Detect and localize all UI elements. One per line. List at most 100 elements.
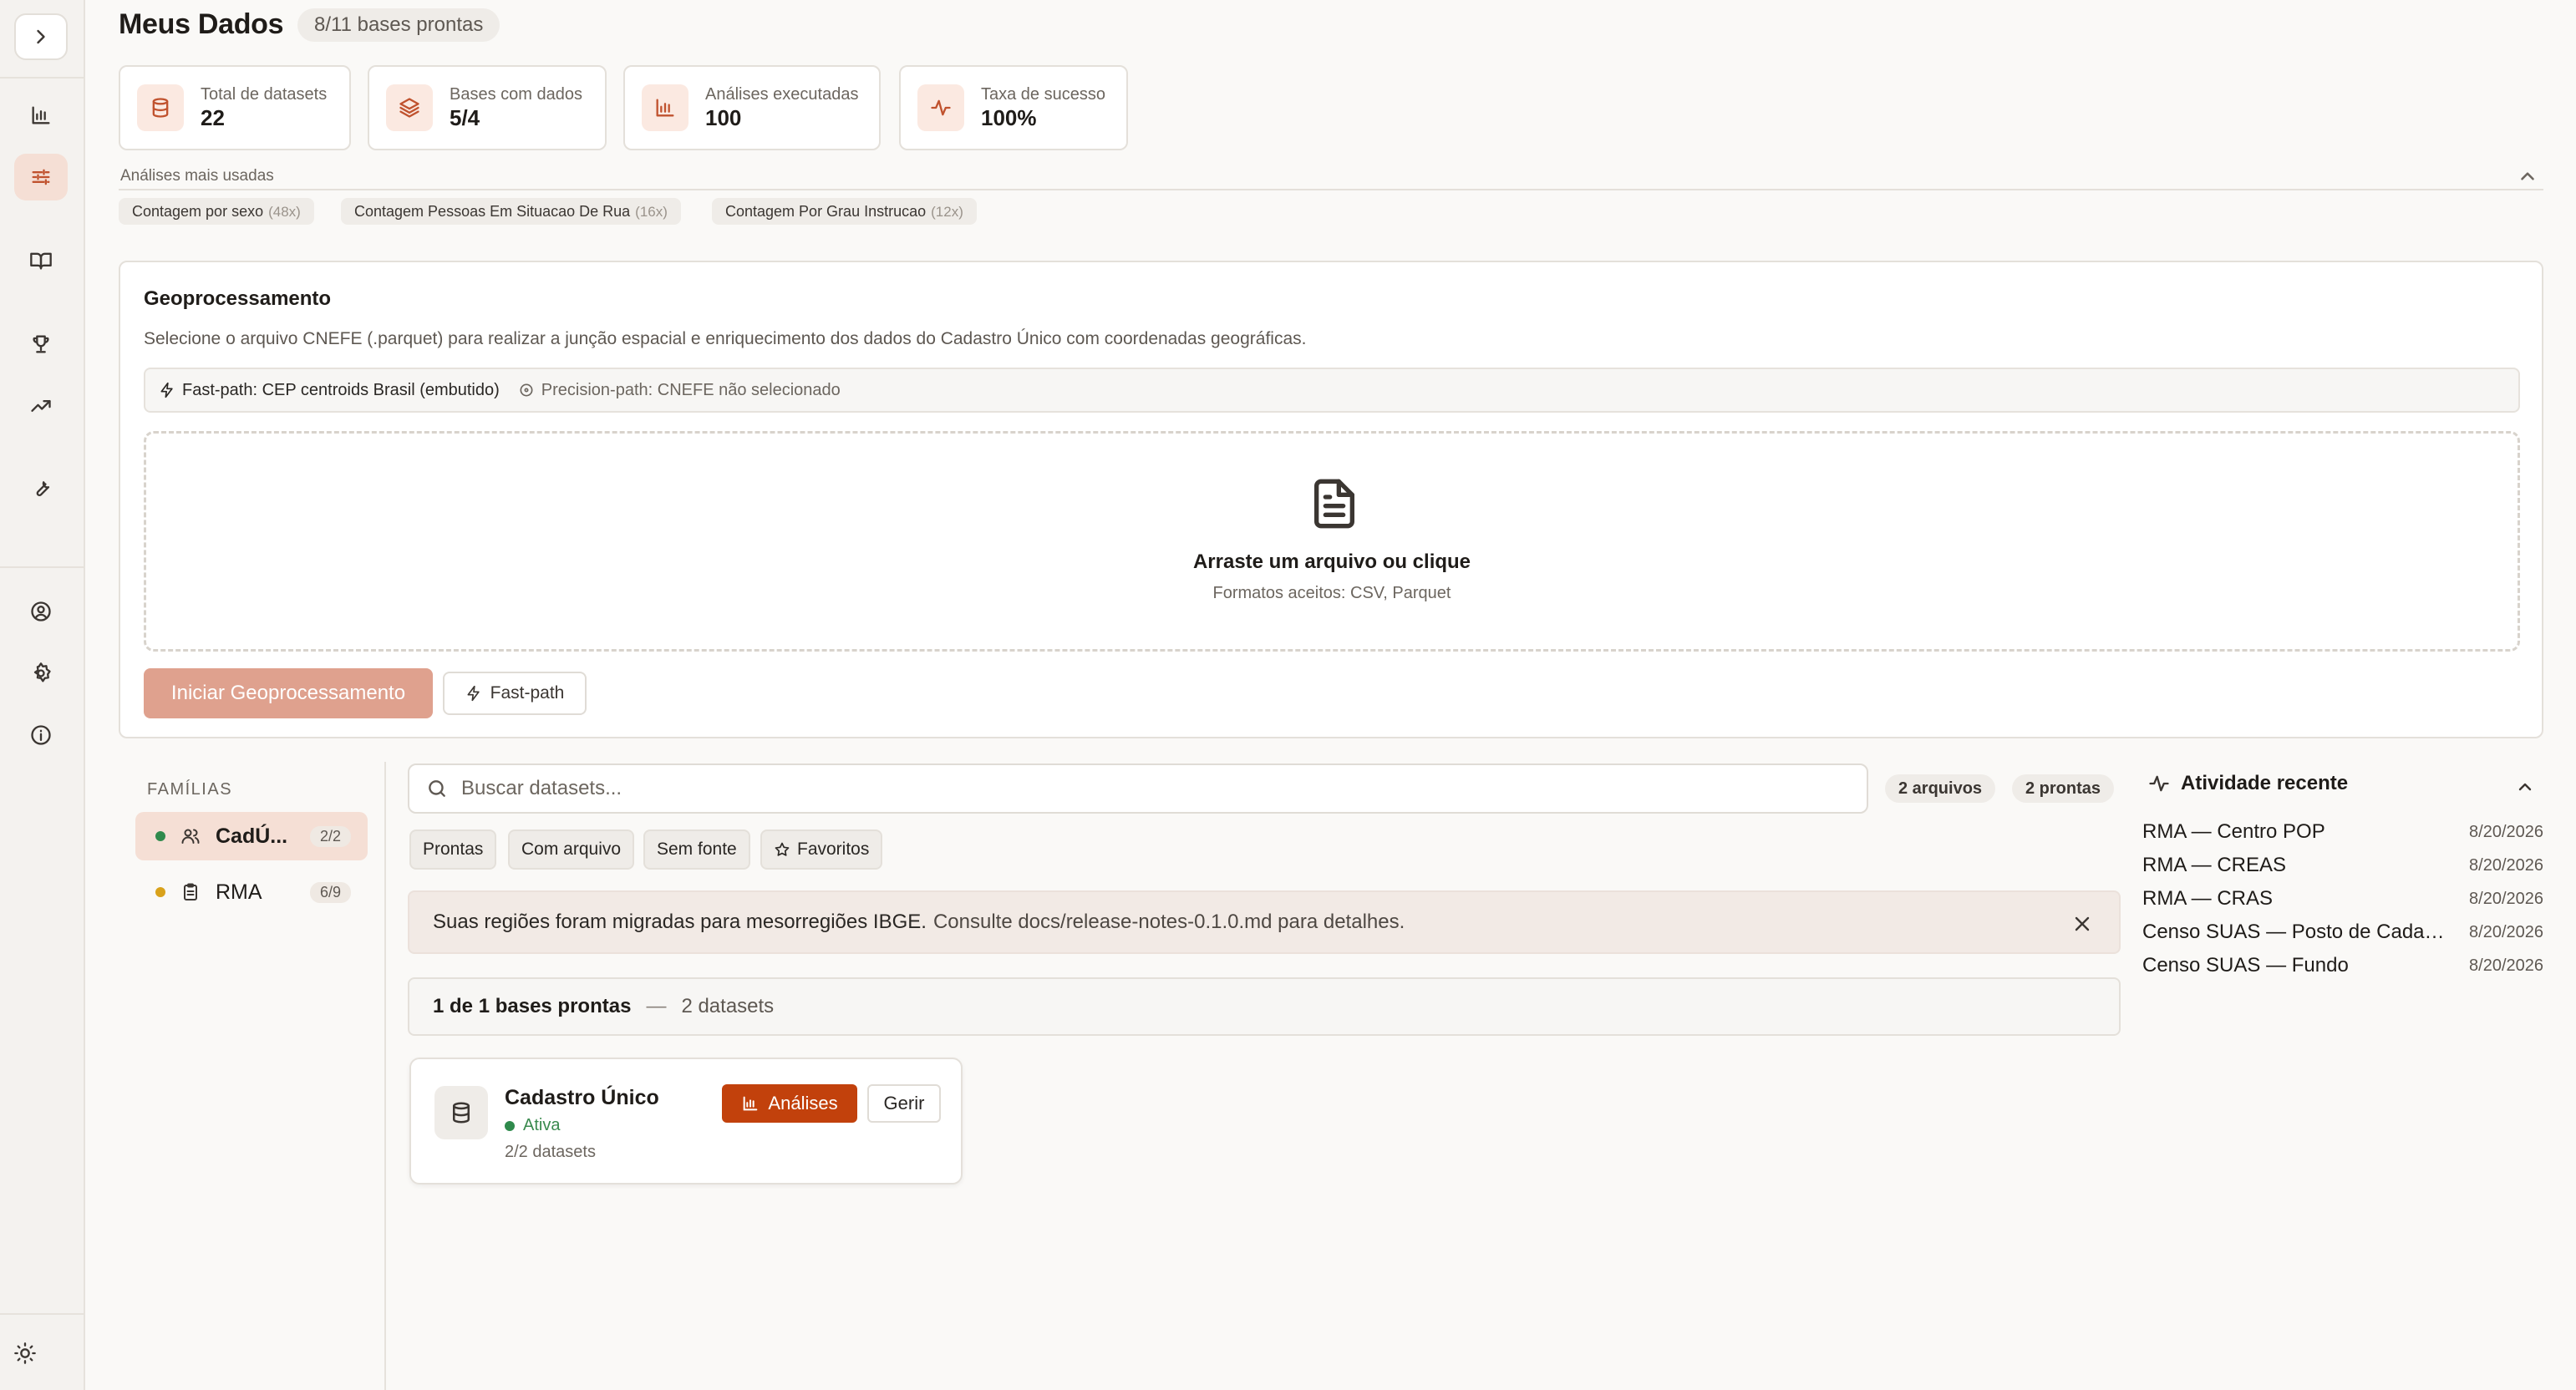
nav-profile-button[interactable] — [14, 588, 68, 635]
family-name: CadÚ... — [216, 824, 288, 848]
file-dropzone[interactable]: Arraste um arquivo ou clique Formatos ac… — [144, 431, 2520, 652]
family-name: RMA — [216, 880, 262, 904]
most-used-chip[interactable]: Contagem Pessoas Em Situacao De Rua (16x) — [341, 198, 681, 225]
precision-path-label: Precision-path: CNEFE não selecionado — [541, 380, 841, 399]
dropzone-subtitle: Formatos aceitos: CSV, Parquet — [1212, 584, 1451, 602]
files-count-pill: 2 arquivos — [1885, 774, 1996, 803]
geo-path-status: Fast-path: CEP centroids Brasil (embutid… — [144, 368, 2520, 413]
theme-toggle-button[interactable] — [2, 1330, 48, 1377]
family-count: 2/2 — [309, 825, 351, 847]
family-count: 6/9 — [309, 881, 351, 903]
nav-data-button[interactable] — [14, 154, 68, 200]
most-used-title: Análises mais usadas — [120, 167, 274, 185]
geoprocessing-panel: Geoprocessamento Selecione o arquivo CNE… — [119, 261, 2543, 738]
activity-title: Atividade recente — [2181, 772, 2349, 794]
file-text-icon — [1314, 479, 1354, 529]
activity-date: 8/20/2026 — [2469, 956, 2543, 975]
stat-value: 100 — [705, 105, 742, 130]
dropzone-title: Arraste um arquivo ou clique — [1192, 550, 1471, 573]
bar-chart-icon — [744, 1096, 758, 1111]
activity-date: 8/20/2026 — [2469, 822, 2543, 841]
fast-path-label: Fast-path: CEP centroids Brasil (embutid… — [182, 380, 500, 399]
book-open-icon — [30, 252, 52, 270]
stat-label: Total de datasets — [201, 85, 328, 104]
families-divider — [384, 762, 386, 1390]
expand-sidebar-button[interactable] — [14, 13, 68, 60]
stat-label: Bases com dados — [450, 85, 582, 104]
precision-path-status: Precision-path: CNEFE não selecionado — [518, 381, 841, 400]
status-dot — [505, 1120, 515, 1131]
nav-docs-button[interactable] — [14, 237, 68, 284]
trending-up-icon — [31, 400, 51, 412]
filter-label: Favoritos — [797, 840, 870, 859]
stat-card-total-datasets: Total de datasets 22 — [119, 65, 351, 150]
activity-item[interactable]: Censo SUAS — Fundo 8/20/2026 — [2142, 951, 2543, 981]
fast-path-button[interactable]: Fast-path — [443, 672, 587, 715]
chip-label: Contagem Pessoas Em Situacao De Rua — [354, 203, 631, 220]
chevron-up-icon[interactable] — [2517, 165, 2538, 187]
database-icon — [434, 1086, 488, 1139]
chip-count: (16x) — [635, 204, 668, 220]
nav-trophy-button[interactable] — [14, 321, 68, 368]
zap-icon — [467, 685, 480, 702]
gear-icon — [33, 662, 51, 682]
ready-bases-badge: 8/11 bases prontas — [297, 8, 500, 42]
nav-settings-button[interactable] — [14, 650, 68, 697]
nav-trends-button[interactable] — [14, 383, 68, 429]
gerir-button[interactable]: Gerir — [867, 1084, 941, 1123]
activity-item[interactable]: Censo SUAS — Posto de Cadastramento 8/20… — [2142, 917, 2543, 947]
status-label: Ativa — [523, 1116, 561, 1134]
chevron-right-icon — [37, 29, 45, 44]
sliders-icon — [32, 169, 50, 185]
status-dot — [155, 831, 165, 841]
summary-separator: — — [646, 995, 667, 1017]
activity-item[interactable]: RMA — CRAS 8/20/2026 — [2142, 884, 2543, 914]
filter-label: Com arquivo — [521, 840, 622, 859]
summary-ready: 1 de 1 bases prontas — [433, 995, 632, 1017]
start-geoprocessing-button[interactable]: Iniciar Geoprocessamento — [144, 668, 433, 718]
clipboard-icon — [184, 883, 197, 900]
ready-count-pill: 2 prontas — [2012, 774, 2115, 803]
star-icon — [775, 842, 790, 856]
close-icon[interactable] — [2074, 916, 2091, 932]
geo-title: Geoprocessamento — [144, 287, 332, 310]
database-icon — [137, 84, 184, 131]
bar-chart-icon — [32, 106, 50, 124]
most-used-chip[interactable]: Contagem por sexo (48x) — [119, 198, 314, 225]
filter-prontas[interactable]: Prontas — [409, 829, 497, 870]
activity-item[interactable]: RMA — CREAS 8/20/2026 — [2142, 850, 2543, 880]
page-title: Meus Dados — [119, 8, 284, 40]
family-item-cadunico[interactable]: CadÚ... 2/2 — [135, 812, 368, 860]
dataset-search[interactable] — [408, 763, 1868, 814]
filter-label: Prontas — [423, 840, 484, 859]
wrench-icon — [36, 481, 50, 496]
filter-sem-fonte[interactable]: Sem fonte — [643, 829, 750, 870]
activity-name: Censo SUAS — Posto de Cadastramento — [2142, 921, 2452, 943]
activity-date: 8/20/2026 — [2469, 889, 2543, 908]
stat-card-bases-com-dados: Bases com dados 5/4 — [368, 65, 607, 150]
nav-tools-button[interactable] — [14, 464, 68, 511]
fast-path-status: Fast-path: CEP centroids Brasil (embutid… — [159, 381, 500, 400]
geo-description: Selecione o arquivo CNEFE (.parquet) par… — [144, 329, 1307, 348]
family-item-rma[interactable]: RMA 6/9 — [135, 868, 368, 916]
chip-label: Contagem Por Grau Instrucao — [725, 203, 927, 220]
activity-item[interactable]: RMA — Centro POP 8/20/2026 — [2142, 817, 2543, 847]
nav-dashboard-button[interactable] — [14, 92, 68, 139]
notice-main: Suas regiões foram migradas para mesorre… — [433, 911, 927, 933]
search-icon — [429, 780, 445, 797]
chevron-up-icon[interactable] — [2515, 777, 2535, 797]
dataset-card[interactable]: Cadastro Único Ativa 2/2 datasets Anális… — [409, 1058, 963, 1185]
icon-rail — [0, 0, 85, 1390]
stat-value: 100% — [981, 105, 1037, 130]
bases-summary: 1 de 1 bases prontas — 2 datasets — [408, 977, 2121, 1036]
nav-info-button[interactable] — [14, 712, 68, 758]
bar-chart-icon — [642, 84, 688, 131]
analises-button[interactable]: Análises — [722, 1084, 857, 1123]
filter-com-arquivo[interactable]: Com arquivo — [508, 829, 635, 870]
most-used-chip[interactable]: Contagem Por Grau Instrucao (12x) — [712, 198, 977, 225]
filter-favoritos[interactable]: Favoritos — [760, 829, 883, 870]
analises-label: Análises — [768, 1093, 838, 1114]
most-used-header[interactable]: Análises mais usadas — [119, 165, 2543, 190]
dataset-count: 2/2 datasets — [505, 1143, 596, 1161]
search-input[interactable] — [461, 777, 1798, 800]
